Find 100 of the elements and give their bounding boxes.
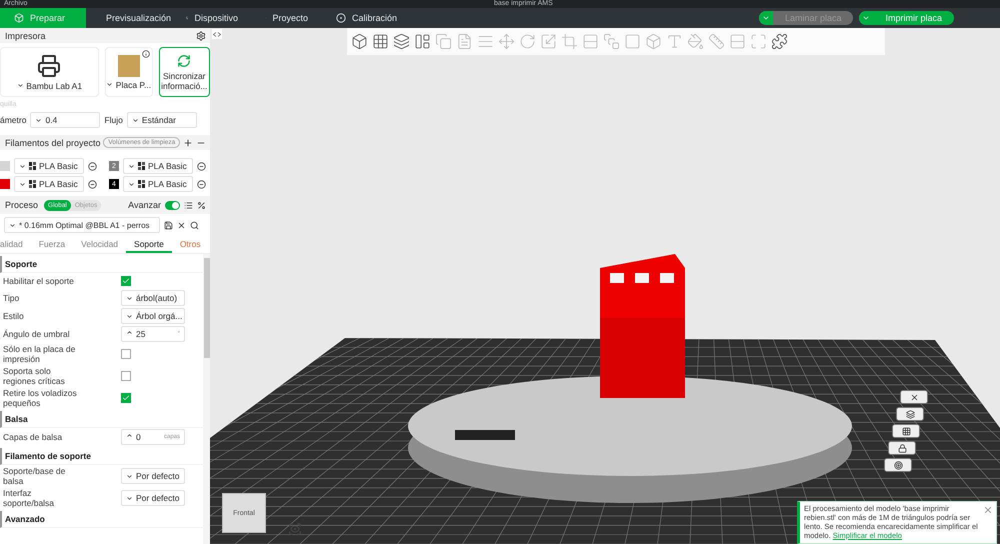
setting-label: Interfaz soporte/balsa [3,488,56,508]
rotate-icon[interactable] [519,33,536,50]
filament-select[interactable]: PLA Basic [123,158,193,174]
layers-icon[interactable] [393,33,410,50]
close-icon[interactable] [177,220,186,230]
list-icon[interactable] [184,200,193,210]
layout-icon[interactable] [414,33,431,50]
flow-select[interactable]: Estándar [126,112,197,128]
plate-tool-button[interactable] [892,424,920,438]
section-title: Filamentos del proyecto [5,138,101,148]
setting-label: Tipo [3,293,20,303]
chevron-icon [126,494,133,502]
filament-select[interactable]: PLA Basic [14,158,84,174]
settings-icon[interactable] [196,30,206,40]
setting-label: Estilo [3,311,25,321]
plate-tool-button[interactable] [896,407,924,421]
scrollbar[interactable] [203,254,210,544]
grid-icon[interactable] [372,33,389,50]
cube-add-icon[interactable] [351,33,368,50]
chevron-icon [126,294,133,302]
setting-select[interactable]: árbol(auto) [121,290,185,306]
chevron-icon [16,82,24,88]
filament-swatch[interactable] [0,179,10,189]
filament-select[interactable]: PLA Basic [14,176,84,192]
field-label: Flujo [104,115,123,125]
setting-select[interactable]: Por defecto [121,490,185,506]
checkbox[interactable] [121,276,131,286]
caret-icon [862,14,870,22]
checkbox[interactable] [121,393,131,403]
remove-icon[interactable] [88,180,97,188]
filament-icon [29,180,36,188]
rows-icon[interactable] [582,33,599,50]
remove-icon[interactable] [88,162,97,170]
document-icon[interactable] [456,33,473,50]
chevron-icon [126,472,133,480]
grid-icon [902,426,910,436]
main-tab[interactable]: Previsualización [86,8,172,28]
cube-icon[interactable] [645,33,662,50]
setting-label: Soporte/base de balsa [3,466,66,486]
setting-label: Sólo en la placa de impresión [3,344,76,364]
scale-icon[interactable] [540,33,557,50]
section-title: Impresora [5,30,46,40]
chevron-icon [126,312,133,320]
remove-icon[interactable] [197,180,206,188]
paint-bucket-icon[interactable] [687,33,704,50]
field-label: ámetro [0,115,26,125]
checkbox[interactable] [121,371,131,381]
switch-label: Avanzar [128,200,161,210]
chevron-icon [19,162,26,170]
square-icon[interactable] [624,33,641,50]
plate-tool-button[interactable] [888,441,916,455]
filament-icon [138,180,145,188]
plate-tool-button[interactable] [900,390,928,404]
settings-tab[interactable]: Soporte [126,236,172,253]
info-icon[interactable] [142,50,150,58]
percent-icon[interactable] [197,200,206,210]
search-icon[interactable] [190,220,199,230]
main-tab[interactable]: Proyecto [252,8,322,28]
remove-icon[interactable] [197,162,206,170]
setting-select[interactable]: Por defecto [121,468,185,484]
setting-label: Ángulo de umbral [3,329,71,339]
check-icon [122,277,130,285]
settings-tab[interactable]: Velocidad [73,236,126,253]
collapse-icon[interactable] [213,32,221,36]
main-tab[interactable]: Calibración [322,8,422,28]
plate-card[interactable]: Placa P... [104,47,153,97]
move-icon[interactable] [498,33,515,50]
printer-card[interactable]: Bambu Lab A1 [0,47,99,97]
filament-select[interactable]: PLA Basic [123,176,193,192]
target-icon [894,460,902,470]
crop-icon[interactable] [561,33,578,50]
puzzle-icon[interactable] [771,33,788,50]
filament-icon [29,162,36,170]
main-tab[interactable]: Dispositivo [172,8,252,28]
camera-icon[interactable] [288,522,302,536]
text-icon[interactable] [666,33,683,50]
split-icon[interactable] [729,33,746,50]
chevron-icon [35,116,42,124]
lines-icon[interactable] [477,33,494,50]
printer-icon [37,54,62,78]
sync-button[interactable]: Sincronizar informació... [158,47,210,97]
settings-tab[interactable]: Fuerza [30,236,74,253]
setting-label: Habilitar el soporte [3,276,75,286]
setting-label: Capas de balsa [3,432,64,442]
checkbox[interactable] [121,349,131,359]
spinner-icon [126,432,133,439]
filament-swatch[interactable] [0,161,10,171]
check-icon [122,394,130,402]
setting-select[interactable]: Árbol orgá... [121,308,185,324]
plate-tool-button[interactable] [884,458,912,472]
add-icon[interactable] [183,138,194,148]
chevron-icon [106,80,114,88]
advanced-switch[interactable] [165,200,180,210]
preset-select[interactable]: * 0.16mm Optimal @BBL A1 - perros [4,217,160,233]
stack-icon[interactable] [603,33,620,50]
diameter-select[interactable]: 0.4 [30,112,100,128]
close-icon [910,392,918,402]
ruler-icon[interactable] [708,33,725,50]
save-icon[interactable] [164,220,173,230]
settings-tab[interactable]: alidad [0,236,31,253]
